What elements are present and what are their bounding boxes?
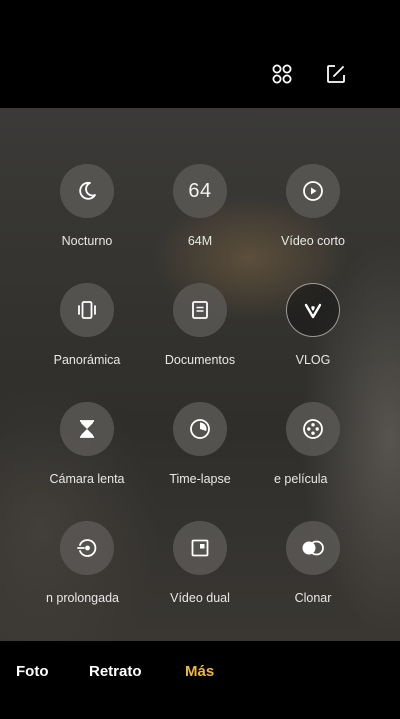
mode-label: Clonar <box>294 591 332 605</box>
top-bar <box>0 0 400 108</box>
mode-label: e película <box>274 472 328 486</box>
mode-label: Vídeo corto <box>281 234 345 248</box>
film-reel-icon <box>303 419 323 439</box>
moon-icon <box>79 181 96 200</box>
tab-retrato[interactable]: Retrato <box>89 663 142 680</box>
mode-panoramica-button[interactable] <box>60 283 114 337</box>
play-circle-icon <box>303 181 323 201</box>
mode-pelicula-button[interactable] <box>286 402 340 456</box>
mode-clonar-button[interactable] <box>286 521 340 575</box>
mode-video-corto-button[interactable] <box>286 164 340 218</box>
mode-camara-lenta-button[interactable] <box>60 402 114 456</box>
hourglass-icon <box>80 420 94 438</box>
tab-foto[interactable]: Foto <box>16 663 48 680</box>
mode-video-dual-button[interactable] <box>173 521 227 575</box>
mode-video-corto[interactable]: Vídeo corto <box>246 164 380 248</box>
mode-label: VLOG <box>295 353 331 367</box>
mode-pelicula[interactable]: e película <box>246 402 380 486</box>
edit-button[interactable] <box>320 58 352 90</box>
timer-icon <box>190 419 210 439</box>
mode-time-lapse-button[interactable] <box>173 402 227 456</box>
mode-documentos-button[interactable] <box>173 283 227 337</box>
document-icon <box>192 301 208 319</box>
mode-vlog-button[interactable] <box>286 283 340 337</box>
mode-nocturno-button[interactable] <box>60 164 114 218</box>
64-text: 64 <box>188 179 212 202</box>
mode-64m-button[interactable]: 64 <box>173 164 227 218</box>
mode-exposicion-prolongada-button[interactable] <box>60 521 114 575</box>
vlog-heart-icon <box>304 303 322 319</box>
apps-grid-icon <box>272 64 292 84</box>
mode-vlog[interactable]: VLOG <box>246 283 380 367</box>
panorama-icon <box>78 301 96 319</box>
modes-panel: Nocturno 64 64M Vídeo corto Panorámica D… <box>0 108 400 641</box>
edit-icon <box>327 65 345 83</box>
dual-video-icon <box>191 539 209 557</box>
apps-grid-button[interactable] <box>266 58 298 90</box>
mode-clonar[interactable]: Clonar <box>246 521 380 605</box>
clone-icon <box>302 540 324 556</box>
tab-mas[interactable]: Más <box>185 663 214 680</box>
bottom-mode-bar <box>0 641 400 719</box>
long-exposure-icon <box>77 539 97 557</box>
